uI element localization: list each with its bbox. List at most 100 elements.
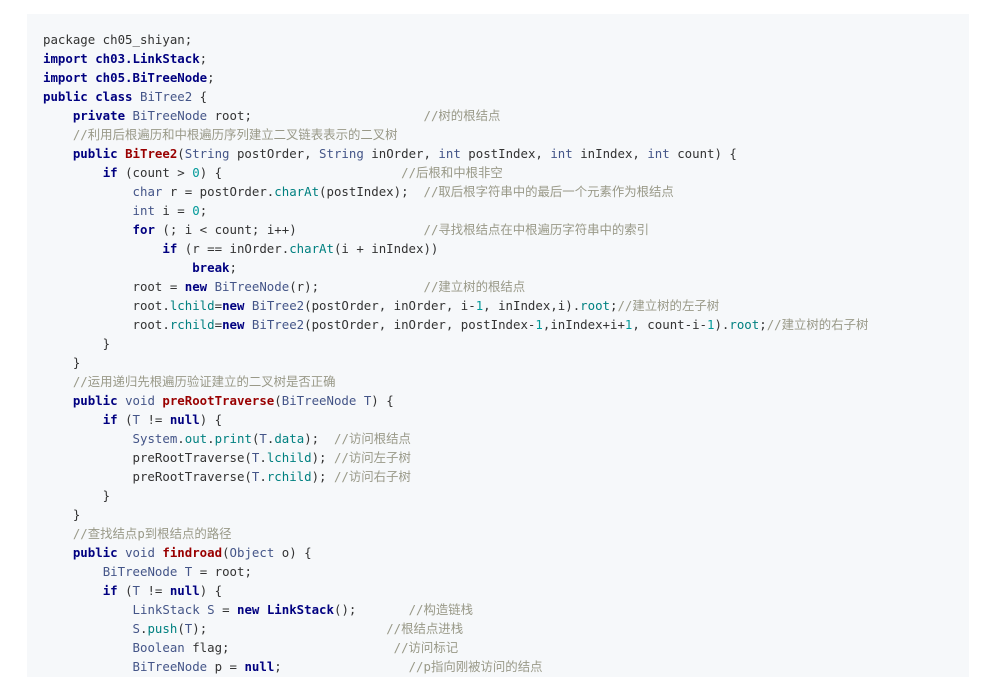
code-token-text: preRootTraverse( [43,450,252,465]
code-token-type: int [132,203,155,218]
code-token-text: = [214,298,223,313]
code-token-type: BiTreeNode [281,393,357,408]
code-token-keyword: private [72,108,133,123]
code-line: break; [43,258,868,277]
code-token-comment: //访问左子树 [333,450,411,465]
code-line: preRootTraverse(T.lchild); //访问左子树 [43,448,868,467]
code-token-type: T [132,412,140,427]
code-token-keyword: new [222,317,252,332]
code-token-keyword: if [102,583,118,598]
code-line: System.out.print(T.data); //访问根结点 [43,429,868,448]
code-token-type: BiTreeNode [102,564,178,579]
code-token-comment: //建立树的右子树 [766,317,869,332]
code-token-text: != [140,412,170,427]
code-token-comment: //建立树的左子树 [617,298,720,313]
code-token-text: p = [207,659,245,674]
code-token-text: ( [117,583,133,598]
code-token-text: = [214,317,223,332]
code-line: } [43,505,868,524]
code-token-type: BiTree2 [251,298,305,313]
code-token-keyword: if [102,165,118,180]
code-token-comment: //运用递归先根遍历验证建立的二叉树是否正确 [72,374,336,389]
code-token-text: ,inIndex+i+ [542,317,625,332]
code-token-text: o) { [274,545,312,560]
code-token-text: ) { [199,583,223,598]
code-line: public void preRootTraverse(BiTreeNode T… [43,391,868,410]
code-token-text: ; [199,51,208,66]
code-line: preRootTraverse(T.rchild); //访问右子树 [43,467,868,486]
code-block: package ch05_shiyan;import ch03.LinkStac… [27,14,969,677]
code-token-comment: //访问根结点 [334,431,411,446]
code-line: import ch05.BiTreeNode; [43,68,868,87]
code-line: root.lchild=new BiTree2(postOrder, inOrd… [43,296,868,315]
code-token-comment: //访问右子树 [333,469,411,484]
code-token-type: Boolean [132,640,185,655]
code-token-keyword: if [162,241,178,256]
code-token-text: postIndex, [460,146,551,161]
code-token-text: root = [43,279,185,294]
code-token-keyword: new [184,279,215,294]
code-token-comment: //寻找根结点在中根遍历字符串中的索引 [423,222,650,237]
code-token-member: charAt [274,184,320,199]
code-line: S.push(T); //根结点进栈 [43,619,868,638]
code-token-type: String [319,146,364,161]
code-token-keyword: null [169,583,200,598]
code-token-member: rchild [169,317,215,332]
code-token-member: lchild [266,450,312,465]
code-token-text: . [259,450,267,465]
code-token-text: ( [117,412,133,427]
code-token-text: . [207,431,215,446]
code-token-type: System [132,431,178,446]
code-token-keyword: public [72,545,126,560]
code-line: } [43,334,868,353]
code-token-member: root [729,317,760,332]
code-line: } [43,486,868,505]
code-token-text: inOrder, [363,146,439,161]
code-token-keyword: public class [43,89,140,104]
code-line: root = new BiTreeNode(r); //建立树的根结点 [43,277,868,296]
code-line: BiTreeNode T = root; [43,562,868,581]
code-token-text: (postIndex); [319,184,424,199]
code-token-type: BiTree2 [251,317,305,332]
code-token-text: ; [199,203,208,218]
code-token-text: = [214,602,237,617]
code-token-text: flag; [184,640,394,655]
code-token-keyword: for [132,222,155,237]
code-token-method: BiTree2 [125,146,178,161]
code-token-text: ); [192,621,387,636]
code-token-text: , count-i- [632,317,707,332]
code-token-text: ( [177,621,185,636]
code-line: //查找结点p到根结点的路径 [43,524,868,543]
code-line: //利用后根遍历和中根遍历序列建立二叉链表表示的二叉树 [43,125,868,144]
code-token-text: ) { [371,393,394,408]
code-token-text: i = [154,203,193,218]
code-token-type: T [132,583,140,598]
code-token-keyword: if [102,412,118,427]
code-token-member: rchild [266,469,312,484]
code-token-text: package ch05_shiyan; [43,32,193,47]
code-token-comment: //访问标记 [393,640,459,655]
code-token-text: } [43,336,111,351]
code-token-keyword: public [72,393,126,408]
code-line: import ch03.LinkStack; [43,49,868,68]
code-token-text: . [177,431,185,446]
code-token-text: root. [43,298,170,313]
code-token-text: ( [222,545,230,560]
code-token-type: BiTreeNode [132,108,208,123]
code-token-text: ) { [199,412,223,427]
code-token-text: (r == inOrder. [177,241,290,256]
code-token-keyword: import [43,70,96,85]
